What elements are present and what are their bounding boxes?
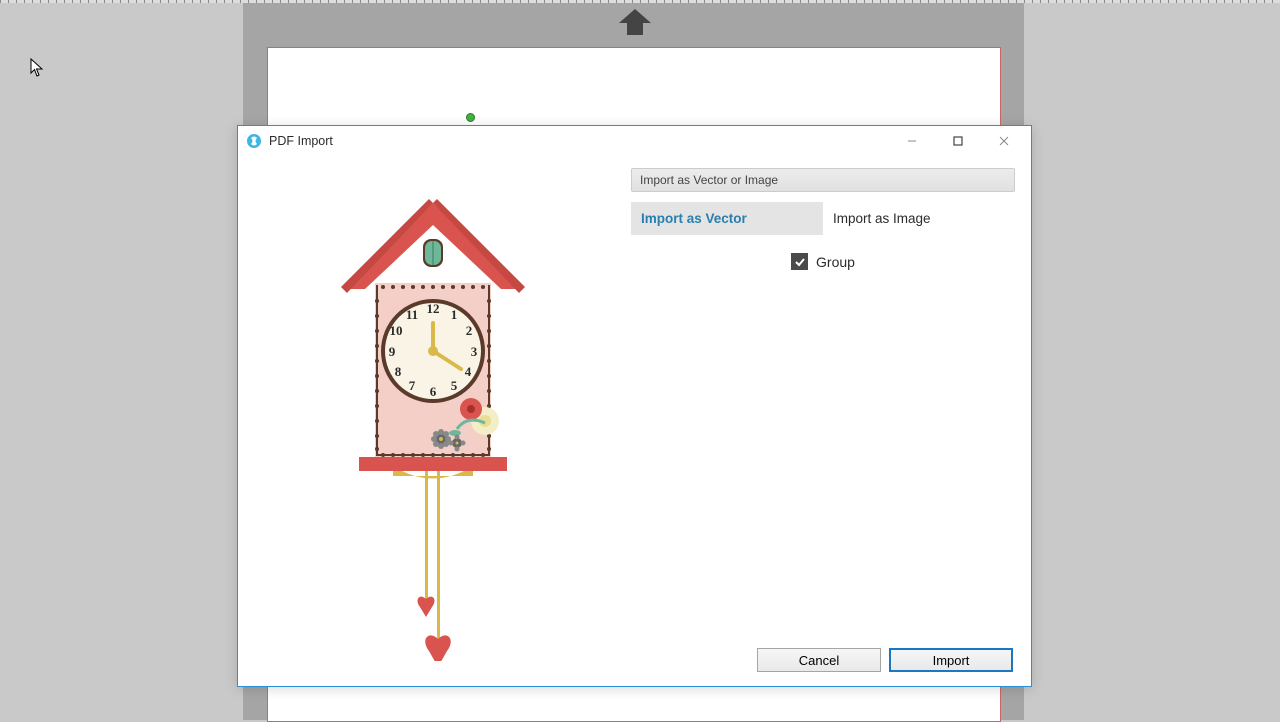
up-arrow-icon xyxy=(615,7,655,37)
dialog-title: PDF Import xyxy=(269,134,333,148)
tab-import-as-image[interactable]: Import as Image xyxy=(823,202,1015,235)
svg-text:1: 1 xyxy=(451,307,458,322)
svg-text:11: 11 xyxy=(406,307,418,322)
import-mode-tabs: Import as Vector Import as Image xyxy=(631,202,1015,235)
tab-import-as-vector[interactable]: Import as Vector xyxy=(631,202,823,235)
section-header: Import as Vector or Image xyxy=(631,168,1015,192)
group-checkbox-label: Group xyxy=(816,254,855,270)
group-checkbox[interactable] xyxy=(791,253,808,270)
svg-text:12: 12 xyxy=(427,301,440,316)
svg-text:9: 9 xyxy=(389,344,396,359)
minimize-button[interactable] xyxy=(889,126,935,156)
svg-text:2: 2 xyxy=(466,323,473,338)
svg-text:8: 8 xyxy=(395,364,402,379)
titlebar: PDF Import xyxy=(238,126,1031,156)
pdf-import-dialog: PDF Import xyxy=(237,125,1032,687)
cancel-button[interactable]: Cancel xyxy=(757,648,881,672)
app-icon xyxy=(246,133,262,149)
svg-text:5: 5 xyxy=(451,378,458,393)
import-button[interactable]: Import xyxy=(889,648,1013,672)
maximize-button[interactable] xyxy=(935,126,981,156)
svg-text:10: 10 xyxy=(390,323,403,338)
svg-text:7: 7 xyxy=(409,378,416,393)
close-button[interactable] xyxy=(981,126,1027,156)
preview-pane: 12 1 2 3 4 5 6 7 8 9 10 11 xyxy=(238,156,631,686)
options-pane: Import as Vector or Image Import as Vect… xyxy=(631,156,1031,686)
svg-text:6: 6 xyxy=(430,384,437,399)
cursor-icon xyxy=(30,58,44,78)
dialog-button-row: Cancel Import xyxy=(757,648,1013,672)
rotation-handle[interactable] xyxy=(466,113,475,122)
svg-text:3: 3 xyxy=(471,344,478,359)
preview-image: 12 1 2 3 4 5 6 7 8 9 10 11 xyxy=(333,191,533,661)
svg-text:4: 4 xyxy=(465,364,472,379)
